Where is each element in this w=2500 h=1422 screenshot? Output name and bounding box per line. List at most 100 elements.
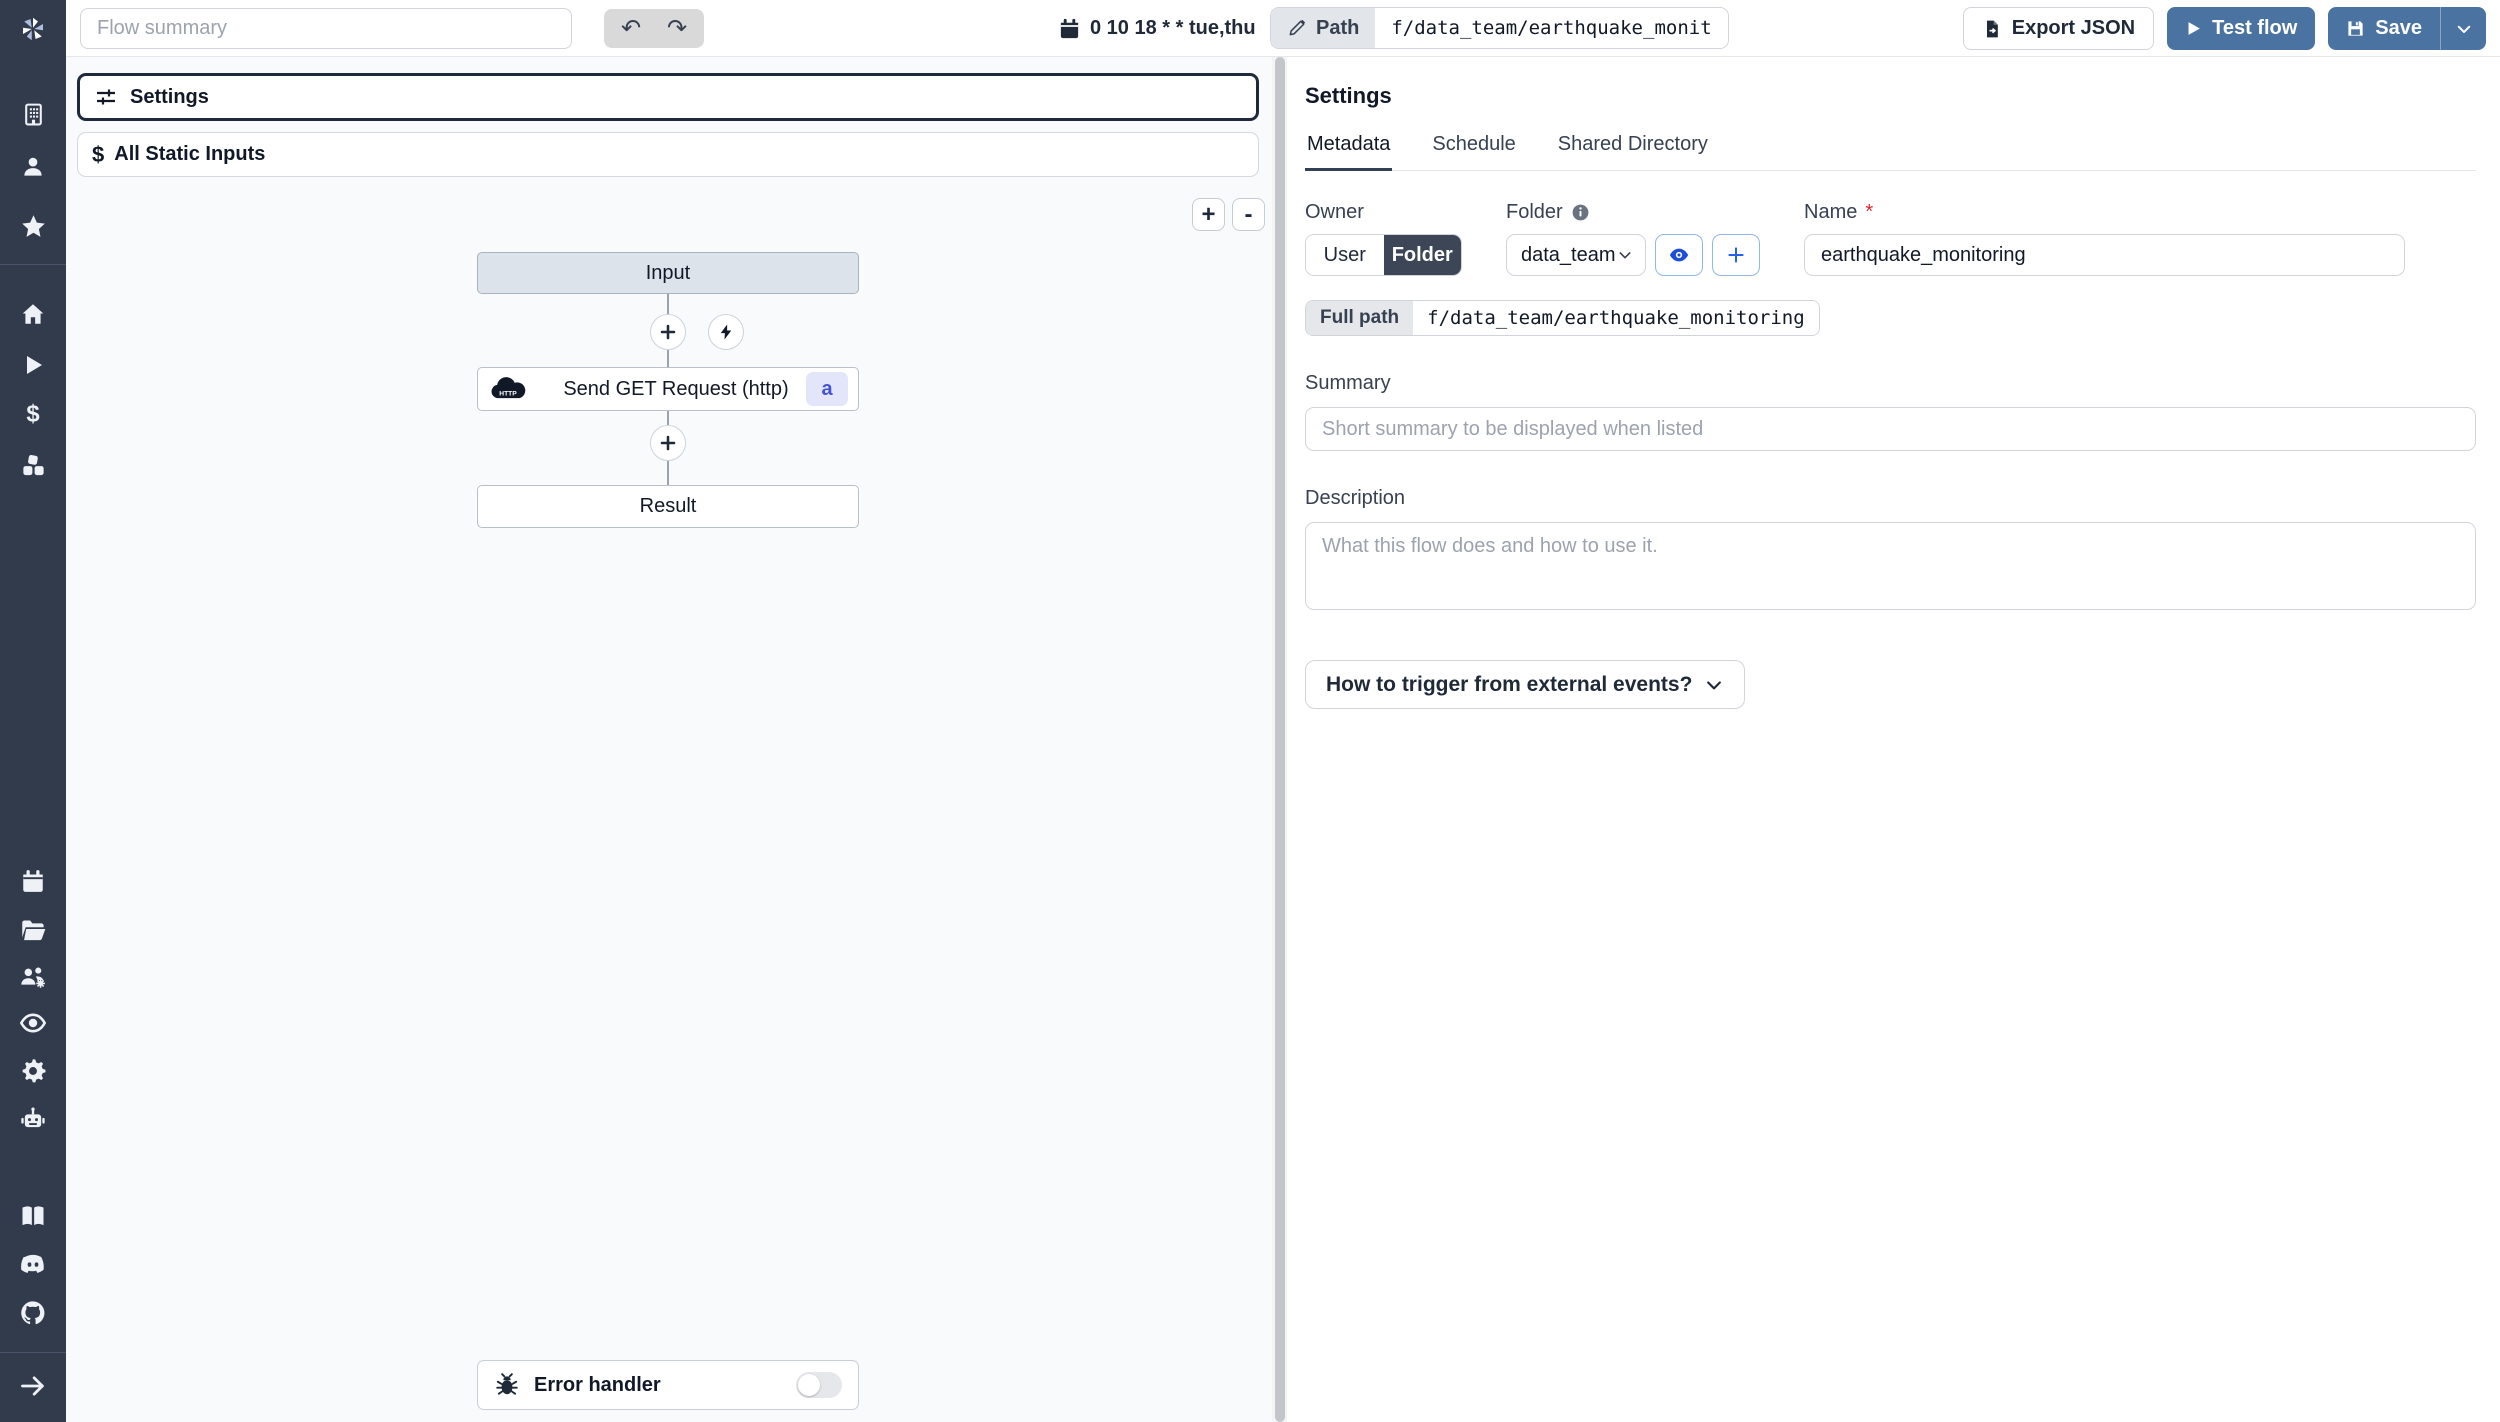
save-options-button[interactable] bbox=[2440, 7, 2486, 50]
sidebar-item-favorites[interactable] bbox=[0, 206, 66, 246]
sidebar: $ bbox=[0, 0, 66, 1422]
tab-schedule[interactable]: Schedule bbox=[1430, 133, 1517, 170]
all-static-inputs-node[interactable]: $ All Static Inputs bbox=[77, 132, 1259, 177]
windmill-logo-icon[interactable] bbox=[0, 0, 66, 57]
sidebar-item-ai[interactable] bbox=[0, 1099, 66, 1139]
user-icon bbox=[24, 157, 42, 176]
plus-icon bbox=[660, 324, 676, 340]
test-flow-button[interactable]: Test flow bbox=[2167, 7, 2316, 50]
sidebar-item-user[interactable] bbox=[0, 147, 66, 187]
folder-select[interactable]: data_team bbox=[1506, 234, 1646, 276]
full-path-row: Full path f/data_team/earthquake_monitor… bbox=[1305, 300, 1820, 336]
all-static-inputs-label: All Static Inputs bbox=[114, 143, 266, 165]
add-step-button-1[interactable] bbox=[650, 314, 686, 350]
topbar: ↶ ↷ 0 10 18 * * tue,thu Path f/data_team… bbox=[66, 0, 2500, 57]
trigger-info-button[interactable]: How to trigger from external events? bbox=[1305, 660, 1746, 709]
building-icon bbox=[24, 103, 42, 125]
required-asterisk: * bbox=[1865, 201, 1874, 223]
topbar-actions: Export JSON Test flow Save bbox=[1962, 7, 2486, 50]
result-node[interactable]: Result bbox=[477, 485, 859, 528]
gear-icon bbox=[22, 1059, 46, 1083]
windmill-logo-glyph bbox=[23, 17, 43, 40]
calendar-icon bbox=[1060, 18, 1079, 39]
summary-input[interactable] bbox=[1305, 407, 2476, 451]
dollar-icon: $ bbox=[26, 401, 39, 427]
github-icon bbox=[21, 1301, 45, 1325]
bug-icon bbox=[496, 1373, 518, 1395]
error-handler-label: Error handler bbox=[534, 1373, 661, 1396]
sidebar-item-resources[interactable] bbox=[0, 445, 66, 485]
sidebar-item-home[interactable] bbox=[0, 294, 66, 334]
play-icon bbox=[2188, 22, 2200, 35]
edge-input-to-plus bbox=[667, 294, 669, 315]
description-textarea[interactable] bbox=[1305, 522, 2476, 610]
description-label: Description bbox=[1305, 487, 1406, 509]
file-export-icon bbox=[1986, 20, 1998, 37]
sidebar-item-runs[interactable] bbox=[0, 345, 66, 385]
flow-settings-node[interactable]: Settings bbox=[77, 73, 1259, 121]
sidebar-item-github[interactable] bbox=[0, 1293, 66, 1333]
sidebar-divider bbox=[0, 264, 66, 265]
owner-option-folder[interactable]: Folder bbox=[1383, 235, 1461, 275]
sidebar-item-folders[interactable] bbox=[0, 909, 66, 949]
path-editor[interactable]: Path f/data_team/earthquake_monit bbox=[1270, 7, 1729, 49]
robot-icon bbox=[21, 1107, 45, 1128]
plus-icon bbox=[660, 435, 676, 451]
export-json-button[interactable]: Export JSON bbox=[1962, 7, 2155, 50]
eye-icon bbox=[1669, 248, 1689, 262]
svg-text:$: $ bbox=[26, 401, 39, 427]
folder-select-value: data_team bbox=[1521, 243, 1616, 266]
add-step-button-2[interactable] bbox=[650, 425, 686, 461]
settings-tabs: Metadata Schedule Shared Directory bbox=[1305, 133, 2476, 171]
path-chip: Path bbox=[1271, 8, 1376, 48]
undo-redo-group: ↶ ↷ bbox=[604, 9, 704, 48]
name-label: Name * bbox=[1804, 201, 2405, 224]
undo-button[interactable]: ↶ bbox=[610, 13, 652, 44]
toggle-knob bbox=[798, 1374, 820, 1396]
tab-shared-directory[interactable]: Shared Directory bbox=[1556, 133, 1710, 170]
sidebar-item-schedules[interactable] bbox=[0, 861, 66, 901]
edge-http-to-plus bbox=[667, 411, 669, 425]
zoom-in-button[interactable]: + bbox=[1192, 198, 1225, 231]
chevron-down-icon bbox=[1707, 680, 1722, 689]
owner-option-user[interactable]: User bbox=[1306, 235, 1384, 275]
add-trigger-button[interactable] bbox=[708, 314, 744, 350]
sliders-icon bbox=[97, 89, 115, 105]
path-value: f/data_team/earthquake_monit bbox=[1375, 8, 1728, 48]
summary-field: Summary bbox=[1305, 372, 2476, 451]
sidebar-item-groups[interactable] bbox=[0, 957, 66, 997]
info-icon[interactable] bbox=[1571, 203, 1590, 222]
sidebar-item-audit-logs[interactable] bbox=[0, 1003, 66, 1043]
error-handler-toggle[interactable] bbox=[796, 1372, 842, 1398]
sidebar-item-docs[interactable] bbox=[0, 1197, 66, 1237]
input-node[interactable]: Input bbox=[477, 252, 859, 294]
error-handler-node[interactable]: Error handler bbox=[477, 1360, 859, 1410]
flow-summary-input[interactable] bbox=[80, 8, 572, 49]
schedule-cron-text: 0 10 18 * * tue,thu bbox=[1090, 17, 1256, 39]
play-icon bbox=[27, 356, 42, 374]
http-step-node[interactable]: HTTP Send GET Request (http) a bbox=[477, 367, 859, 411]
add-folder-button[interactable] bbox=[1712, 234, 1760, 276]
book-icon bbox=[22, 1206, 44, 1226]
sidebar-item-workspace[interactable] bbox=[0, 94, 66, 134]
save-button[interactable]: Save bbox=[2328, 7, 2440, 50]
tab-metadata[interactable]: Metadata bbox=[1305, 133, 1393, 171]
full-path-value: f/data_team/earthquake_monitoring bbox=[1413, 301, 1819, 335]
plus-icon bbox=[1728, 247, 1744, 263]
star-icon bbox=[21, 214, 45, 237]
schedule-chip[interactable]: 0 10 18 * * tue,thu bbox=[1058, 0, 1256, 57]
sidebar-item-discord[interactable] bbox=[0, 1244, 66, 1284]
export-json-label: Export JSON bbox=[2011, 17, 2136, 39]
sidebar-item-settings[interactable] bbox=[0, 1051, 66, 1091]
redo-button[interactable]: ↷ bbox=[656, 13, 698, 44]
view-folder-button[interactable] bbox=[1655, 234, 1703, 276]
scrollbar-thumb[interactable] bbox=[1275, 57, 1285, 1422]
sidebar-expand-button[interactable] bbox=[0, 1366, 66, 1406]
name-input[interactable] bbox=[1804, 234, 2405, 276]
zoom-out-button[interactable]: - bbox=[1232, 198, 1265, 231]
edge-plus-to-result bbox=[667, 461, 669, 485]
flow-settings-label: Settings bbox=[130, 85, 209, 108]
save-icon bbox=[2348, 21, 2363, 36]
settings-panel-title: Settings bbox=[1305, 83, 1392, 108]
sidebar-item-variables[interactable]: $ bbox=[0, 394, 66, 434]
